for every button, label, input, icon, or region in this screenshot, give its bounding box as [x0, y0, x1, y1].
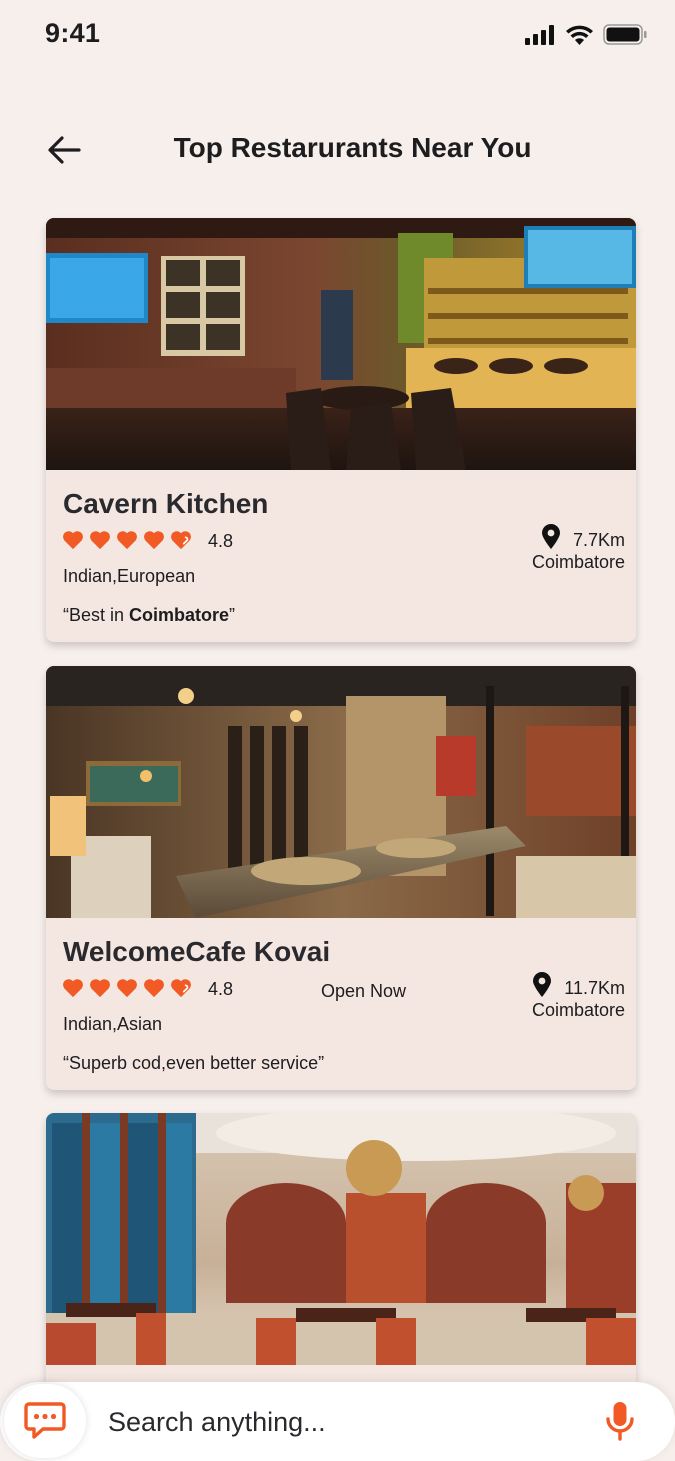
restaurant-card[interactable] — [46, 1113, 636, 1403]
city: Coimbatore — [531, 552, 625, 572]
microphone-icon — [606, 1402, 634, 1441]
rating-hearts — [62, 978, 192, 998]
search-input[interactable] — [108, 1400, 548, 1444]
battery-icon — [603, 24, 647, 45]
distance: 11.7Km — [564, 978, 625, 998]
restaurant-name: WelcomeCafe Kovai — [63, 936, 331, 967]
rating-value: 4.8 — [208, 979, 234, 999]
heart-icon — [90, 531, 110, 550]
location-pin-icon — [533, 971, 552, 997]
wifi-icon — [566, 25, 593, 45]
restaurant-photo — [46, 666, 636, 918]
restaurant-photo — [46, 1113, 636, 1365]
review-text-end: ” — [229, 605, 236, 625]
header: Top Restarurants Near You — [0, 118, 675, 182]
heart-icon — [117, 979, 137, 998]
half-heart-icon — [171, 979, 191, 998]
half-heart-icon — [171, 531, 191, 550]
heart-icon — [144, 531, 164, 550]
location-pin-icon — [541, 523, 560, 549]
chat-bubble-icon — [24, 1402, 66, 1439]
rating-hearts — [62, 530, 192, 550]
heart-icon — [63, 979, 83, 998]
heart-icon — [90, 979, 110, 998]
heart-icon — [117, 531, 137, 550]
review-highlight: Coimbatore — [129, 605, 230, 625]
review-text: “Best in — [63, 605, 130, 625]
restaurant-card[interactable]: Cavern Kitchen 4.8 Indian,European “Best… — [46, 218, 636, 642]
page-title: Top Restarurants Near You — [173, 132, 532, 163]
status-time: 9:41 — [45, 18, 101, 48]
microphone-button[interactable] — [600, 1399, 640, 1443]
city: Coimbatore — [531, 1000, 625, 1020]
status-bar: 9:41 — [0, 0, 675, 70]
restaurant-card[interactable]: WelcomeCafe Kovai 4.8 Open Now Indian,As… — [46, 666, 636, 1090]
open-status: Open Now — [321, 981, 407, 1001]
chat-button[interactable] — [4, 1384, 86, 1458]
rating-value: 4.8 — [208, 531, 234, 551]
heart-icon — [63, 531, 83, 550]
restaurant-name: Cavern Kitchen — [63, 488, 269, 519]
cuisine: Indian,Asian — [63, 1014, 163, 1034]
review-text: “Superb cod,even better service” — [63, 1053, 325, 1073]
distance: 7.7Km — [572, 530, 625, 550]
review: “Best in Coimbatore” — [63, 605, 235, 626]
location: 11.7Km Coimbatore — [532, 970, 625, 1021]
heart-icon — [144, 979, 164, 998]
signal-icon — [525, 24, 554, 45]
status-icons — [525, 24, 647, 45]
cuisine: Indian,European — [63, 566, 196, 586]
review: “Superb cod,even better service” — [63, 1053, 324, 1074]
location: 7.7Km Coimbatore — [532, 522, 625, 573]
restaurant-photo — [46, 218, 636, 470]
